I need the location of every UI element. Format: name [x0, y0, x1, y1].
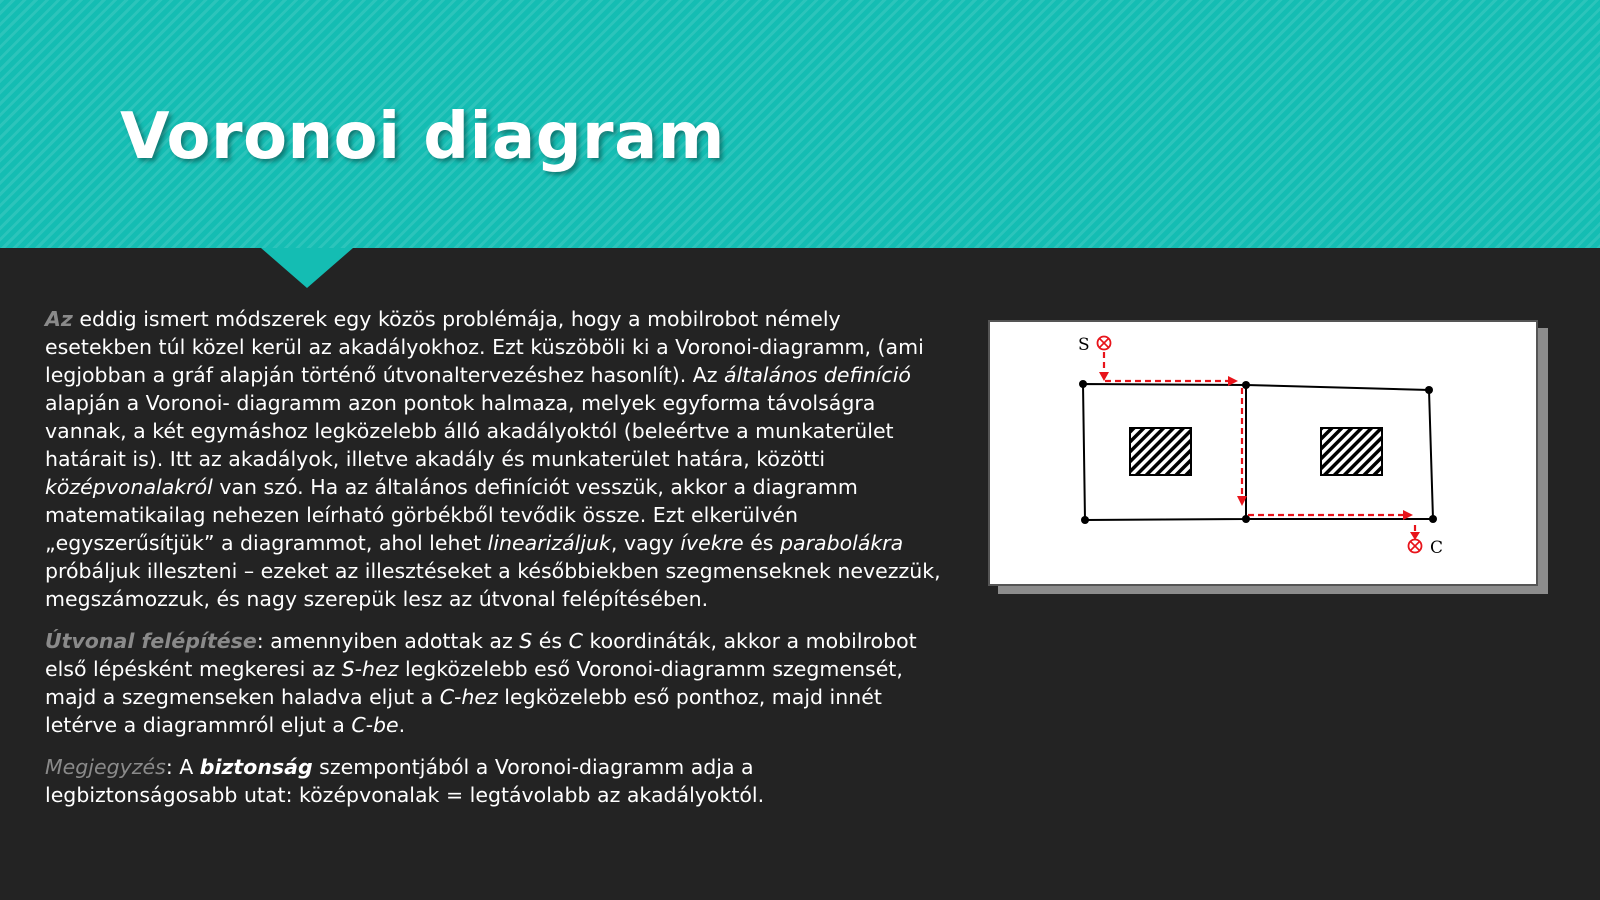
vertex [1079, 380, 1087, 388]
emphasis-term: S [519, 629, 533, 653]
obstacle-left [1129, 427, 1192, 476]
start-label: S [1078, 335, 1090, 355]
emphasis-term: általános definíció [724, 363, 911, 387]
text-segment: , vagy [610, 531, 681, 555]
emphasis-term: S-hez [341, 657, 399, 681]
paragraph-note: Megjegyzés: A biztonság szempontjából a … [45, 753, 945, 809]
text-segment: próbáljuk illeszteni – ezeket az illeszt… [45, 559, 941, 611]
text-segment: és [743, 531, 780, 555]
emphasis-term: biztonság [199, 755, 313, 779]
slide-title: Voronoi diagram [120, 100, 725, 174]
emphasis-term: C-be [351, 713, 399, 737]
text-segment: : amennyiben adottak az [256, 629, 520, 653]
vertex [1242, 515, 1250, 523]
lead-heading: Útvonal felépítése [45, 629, 257, 653]
paragraph-route-building: Útvonal felépítése: amennyiben adottak a… [45, 627, 945, 739]
voronoi-figure: S C [988, 320, 1538, 586]
header-notch [261, 248, 353, 288]
emphasis-term: parabolákra [780, 531, 904, 555]
slide-body: Az eddig ismert módszerek egy közös prob… [45, 305, 945, 823]
lead-heading: Megjegyzés [45, 755, 166, 779]
vertex [1429, 515, 1437, 523]
vertex [1081, 516, 1089, 524]
emphasis-term: linearizáljuk [487, 531, 611, 555]
emphasis-term: C-hez [439, 685, 498, 709]
vertex [1242, 381, 1250, 389]
emphasis-term: C [568, 629, 583, 653]
text-segment: : A [165, 755, 200, 779]
text-segment: . [398, 713, 406, 737]
text-segment: és [532, 629, 569, 653]
start-marker-icon [1096, 335, 1112, 351]
voronoi-diagram-drawing: S C [1078, 335, 1443, 558]
obstacle-right [1320, 427, 1383, 476]
vertex [1425, 386, 1433, 394]
lead-word: Az [45, 307, 73, 331]
text-segment: alapján a Voronoi- diagramm azon pontok … [45, 391, 894, 471]
goal-marker-icon [1407, 538, 1423, 554]
goal-label: C [1430, 538, 1443, 558]
emphasis-term: középvonalakról [45, 475, 213, 499]
emphasis-term: ívekre [680, 531, 744, 555]
paragraph-definition: Az eddig ismert módszerek egy közös prob… [45, 305, 945, 613]
